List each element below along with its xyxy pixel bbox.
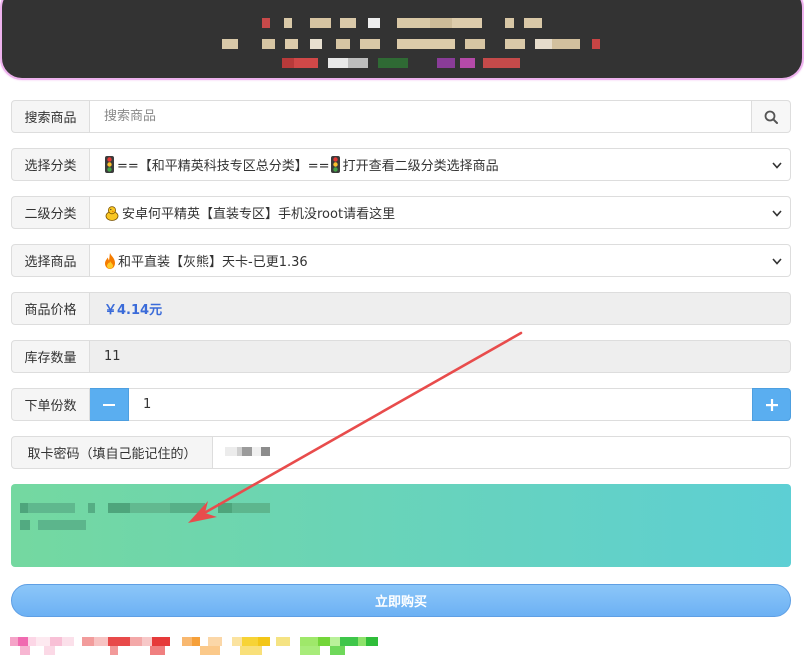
quantity-row: 下单份数: [11, 388, 791, 421]
buy-now-label: 立即购买: [374, 595, 427, 610]
search-input[interactable]: [90, 100, 752, 133]
stock-field: 11: [90, 340, 791, 373]
redacted-text: [262, 18, 542, 28]
search-label: 搜索商品: [11, 100, 90, 133]
card-password-row: 取卡密码（填自己能记住的）: [11, 436, 791, 469]
subcategory-select[interactable]: 安卓何平精英【直装专区】手机没root请看这里: [90, 196, 791, 229]
category-label: 选择分类: [11, 148, 90, 181]
plus-icon: [765, 398, 779, 412]
stock-label: 库存数量: [11, 340, 90, 373]
subcategory-row: 二级分类 安卓何平精英【直装专区】手机没root请看这里: [11, 196, 791, 229]
increment-button[interactable]: [752, 388, 791, 421]
price-field: ￥4.14元: [90, 292, 791, 325]
subcategory-label: 二级分类: [11, 196, 90, 229]
quantity-input[interactable]: [129, 388, 752, 421]
chevron-down-icon: [772, 258, 782, 265]
price-row: 商品价格 ￥4.14元: [11, 292, 791, 325]
redacted-text: [225, 447, 271, 456]
traffic-light-icon: [104, 156, 115, 173]
search-button[interactable]: [752, 100, 791, 133]
redacted-text: [10, 646, 380, 655]
search-icon: [764, 110, 778, 124]
redacted-text: [20, 520, 86, 530]
category-select[interactable]: ==【和平精英科技专区总分类】== 打开查看二级分类选择商品: [90, 148, 791, 181]
card-password-label: 取卡密码（填自己能记住的）: [11, 436, 213, 469]
product-label: 选择商品: [11, 244, 90, 277]
card-password-input[interactable]: [213, 436, 791, 469]
product-selected-text: 和平直装【灰熊】天卡-已更1.36: [118, 255, 308, 270]
category-row: 选择分类 ==【和平精英科技专区总分类】== 打开查看二级分类选择商品: [11, 148, 791, 181]
stock-value: 11: [104, 349, 121, 364]
price-value: ￥4.14元: [104, 303, 163, 318]
subcategory-selected-text: 安卓何平精英【直装专区】手机没root请看这里: [122, 207, 396, 222]
stock-row: 库存数量 11: [11, 340, 791, 373]
quantity-label: 下单份数: [11, 388, 90, 421]
redacted-text: [10, 637, 380, 646]
buy-now-button[interactable]: 立即购买: [11, 584, 791, 617]
chick-icon: [104, 205, 120, 221]
chevron-down-icon: [772, 210, 782, 217]
chevron-down-icon: [772, 162, 782, 169]
redacted-text: [20, 503, 272, 513]
category-selected-text-part2: 打开查看二级分类选择商品: [342, 159, 499, 174]
category-selected-text-part1: ==【和平精英科技专区总分类】==: [117, 159, 330, 174]
redacted-text: [282, 58, 526, 68]
minus-icon: [102, 398, 116, 412]
product-select[interactable]: 和平直装【灰熊】天卡-已更1.36: [90, 244, 791, 277]
search-row: 搜索商品: [11, 100, 791, 133]
decrement-button[interactable]: [90, 388, 129, 421]
product-row: 选择商品 和平直装【灰熊】天卡-已更1.36: [11, 244, 791, 277]
fire-icon: [104, 252, 116, 269]
redacted-text: [222, 39, 602, 49]
traffic-light-icon: [330, 156, 341, 173]
notice-box: [11, 484, 791, 567]
price-label: 商品价格: [11, 292, 90, 325]
